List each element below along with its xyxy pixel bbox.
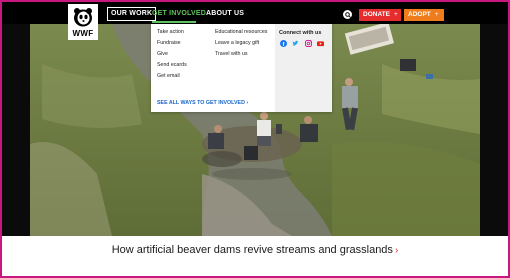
see-all-arrow-icon: › [246,100,249,106]
search-button[interactable] [343,10,352,19]
see-all-label: See all ways to get involved [157,100,245,106]
dropdown-link-travel[interactable]: Travel with us [215,51,267,57]
dropdown-column-1: Take action Fundraise Give Send ecards G… [157,29,187,85]
logo-text: WWF [72,29,94,38]
adopt-plus-icon: + [434,11,439,18]
instagram-icon[interactable] [305,40,312,47]
nav-about-us[interactable]: About Us [206,8,244,20]
dropdown-link-fundraise[interactable]: Fundraise [157,40,187,46]
search-icon [344,11,351,18]
youtube-icon[interactable] [317,40,324,47]
hero-side-bar-right [480,24,508,236]
nav-get-involved[interactable]: Get Involved [152,8,206,20]
caption-area: How artificial beaver dams revive stream… [2,236,508,276]
dropdown-column-2: Educational resources Leave a legacy gif… [215,29,267,63]
get-involved-dropdown: Take action Fundraise Give Send ecards G… [151,24,332,112]
dropdown-link-send-ecards[interactable]: Send ecards [157,62,187,68]
dropdown-link-get-email[interactable]: Get email [157,73,187,79]
dropdown-link-legacy-gift[interactable]: Leave a legacy gift [215,40,267,46]
adopt-label: Adopt [408,11,431,18]
story-caption[interactable]: How artificial beaver dams revive stream… [2,244,508,258]
panda-logo-icon [74,8,92,27]
story-caption-text: How artificial beaver dams revive stream… [111,244,393,256]
svg-text:f: f [283,42,285,47]
dropdown-link-give[interactable]: Give [157,51,187,57]
donate-plus-icon: + [393,11,398,18]
see-all-link[interactable]: See all ways to get involved › [157,100,248,106]
facebook-icon[interactable]: f [280,40,287,47]
nav-our-work[interactable]: Our Work [107,7,157,21]
twitter-icon[interactable] [292,40,299,47]
connect-title: Connect with us [279,30,322,36]
wwf-logo[interactable]: WWF [68,4,98,40]
dropdown-link-take-action[interactable]: Take action [157,29,187,35]
nav-active-underline [152,21,196,23]
adopt-button[interactable]: Adopt + [404,9,444,21]
donate-label: Donate [363,11,390,18]
dropdown-link-educational-resources[interactable]: Educational resources [215,29,267,35]
donate-button[interactable]: Donate + [359,9,401,21]
hero-side-bar-left [2,24,30,236]
caption-arrow-icon: › [394,245,399,256]
page-frame: WWF Our Work Get Involved About Us Donat… [0,0,510,278]
connect-panel: Connect with us f [275,24,332,112]
